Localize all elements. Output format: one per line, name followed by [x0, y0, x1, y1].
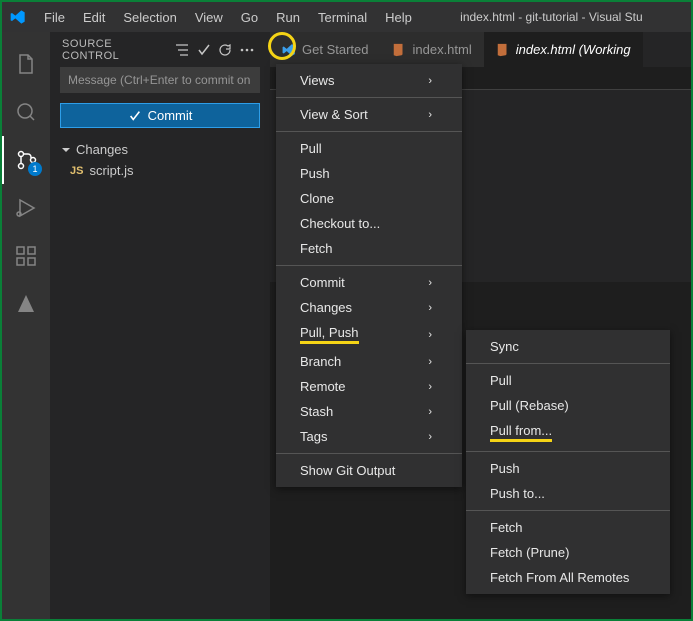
- js-file-icon: JS: [70, 165, 83, 177]
- submenu-push[interactable]: Push: [466, 456, 670, 481]
- submenu-fetch[interactable]: Fetch: [466, 515, 670, 540]
- extensions-icon[interactable]: [2, 232, 50, 280]
- explorer-icon[interactable]: [2, 40, 50, 88]
- html-file-icon: [496, 43, 510, 57]
- commit-icon[interactable]: [193, 39, 215, 61]
- tab-label: index.html (Working: [516, 42, 631, 57]
- menu-checkout[interactable]: Checkout to...: [276, 211, 462, 236]
- submenu-fetch-all[interactable]: Fetch From All Remotes: [466, 565, 670, 590]
- submenu-pull-rebase[interactable]: Pull (Rebase): [466, 393, 670, 418]
- menu-pull-push-sub[interactable]: Pull, Push›: [276, 320, 462, 349]
- sidebar-title: SOURCE CONTROL: [62, 38, 171, 62]
- html-file-icon: [392, 43, 406, 57]
- commit-button-label: Commit: [148, 108, 193, 123]
- submenu-sync[interactable]: Sync: [466, 334, 670, 359]
- pull-push-submenu: Sync Pull Pull (Rebase) Pull from... Pus…: [466, 330, 670, 594]
- view-as-tree-icon[interactable]: [171, 39, 193, 61]
- editor-tabs: Get Started index.html index.html (Worki…: [270, 32, 691, 67]
- activity-bar: 1: [2, 32, 50, 619]
- submenu-push-to[interactable]: Push to...: [466, 481, 670, 506]
- commit-button[interactable]: Commit: [60, 103, 260, 128]
- submenu-fetch-prune[interactable]: Fetch (Prune): [466, 540, 670, 565]
- menu-edit[interactable]: Edit: [75, 6, 113, 29]
- file-name: script.js: [89, 163, 133, 178]
- changed-file-row[interactable]: JS script.js: [50, 161, 270, 180]
- menu-commit-sub[interactable]: Commit›: [276, 270, 462, 295]
- menu-fetch[interactable]: Fetch: [276, 236, 462, 261]
- tab-label: index.html: [412, 42, 471, 57]
- window-title: index.html - git-tutorial - Visual Stu: [420, 10, 683, 24]
- menu-go[interactable]: Go: [233, 6, 266, 29]
- menu-terminal[interactable]: Terminal: [310, 6, 375, 29]
- menu-view-sort[interactable]: View & Sort›: [276, 102, 462, 127]
- menu-stash-sub[interactable]: Stash›: [276, 399, 462, 424]
- scm-more-menu: Views› View & Sort› Pull Push Clone Chec…: [276, 64, 462, 487]
- more-actions-icon[interactable]: [236, 39, 258, 61]
- changes-section[interactable]: Changes: [50, 138, 270, 161]
- menu-push[interactable]: Push: [276, 161, 462, 186]
- tab-index-html[interactable]: index.html: [380, 32, 483, 67]
- tab-index-html-working[interactable]: index.html (Working: [484, 32, 643, 67]
- menu-remote-sub[interactable]: Remote›: [276, 374, 462, 399]
- vscode-icon: [10, 9, 26, 25]
- menu-help[interactable]: Help: [377, 6, 420, 29]
- menu-branch-sub[interactable]: Branch›: [276, 349, 462, 374]
- submenu-pull-from[interactable]: Pull from...: [466, 418, 670, 447]
- menu-changes-sub[interactable]: Changes›: [276, 295, 462, 320]
- menu-tags-sub[interactable]: Tags›: [276, 424, 462, 449]
- menu-show-git-output[interactable]: Show Git Output: [276, 458, 462, 483]
- scm-badge: 1: [28, 162, 42, 176]
- changes-label: Changes: [76, 142, 128, 157]
- refresh-icon[interactable]: [215, 39, 237, 61]
- titlebar: File Edit Selection View Go Run Terminal…: [2, 2, 691, 32]
- azure-icon[interactable]: [2, 280, 50, 328]
- search-icon[interactable]: [2, 88, 50, 136]
- chevron-down-icon: [60, 144, 72, 156]
- menu-file[interactable]: File: [36, 6, 73, 29]
- menu-pull[interactable]: Pull: [276, 136, 462, 161]
- menu-bar: File Edit Selection View Go Run Terminal…: [36, 6, 420, 29]
- menu-views[interactable]: Views›: [276, 68, 462, 93]
- source-control-sidebar: SOURCE CONTROL Message (Ctrl+Enter to co…: [50, 32, 270, 619]
- submenu-pull[interactable]: Pull: [466, 368, 670, 393]
- menu-selection[interactable]: Selection: [115, 6, 184, 29]
- run-debug-icon[interactable]: [2, 184, 50, 232]
- vscode-icon: [282, 43, 296, 57]
- tab-get-started[interactable]: Get Started: [270, 32, 380, 67]
- menu-clone[interactable]: Clone: [276, 186, 462, 211]
- menu-view[interactable]: View: [187, 6, 231, 29]
- source-control-icon[interactable]: 1: [2, 136, 50, 184]
- menu-run[interactable]: Run: [268, 6, 308, 29]
- commit-message-input[interactable]: Message (Ctrl+Enter to commit on: [60, 67, 260, 93]
- tab-label: Get Started: [302, 42, 368, 57]
